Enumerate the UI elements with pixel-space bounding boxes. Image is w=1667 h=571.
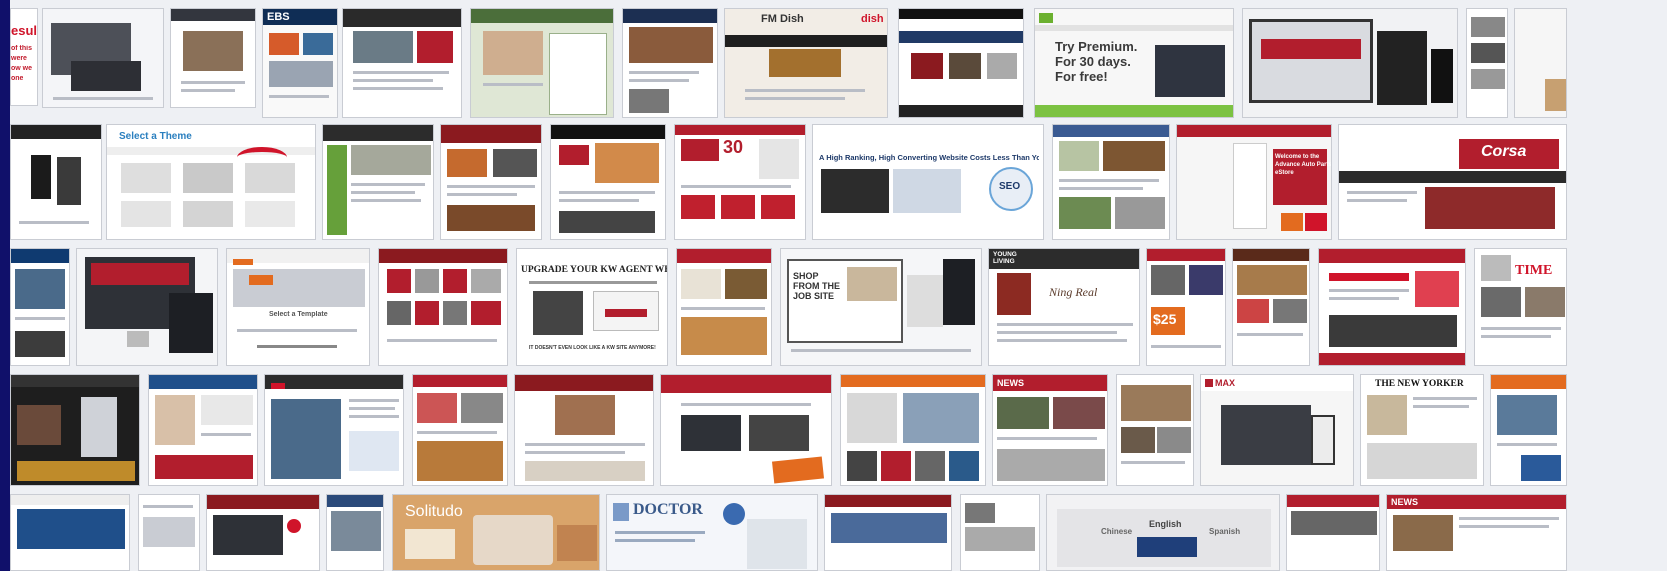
result-thumbnail[interactable]: YOUNG LIVING Ning Real (988, 248, 1140, 366)
advance-auto-welcome: Welcome to the Advance Auto Parts eStore (1275, 154, 1332, 176)
result-thumbnail[interactable] (170, 8, 256, 108)
result-thumbnail[interactable]: TIME (1474, 248, 1567, 366)
result-thumbnail[interactable]: UPGRADE YOUR KW AGENT WEBSITE! IT DOESN'… (516, 248, 668, 366)
result-thumbnail[interactable] (1490, 374, 1567, 486)
result-thumbnail[interactable] (824, 494, 952, 571)
result-thumbnail[interactable]: Try Premium. For 30 days. For free! (1034, 8, 1234, 118)
result-thumbnail[interactable] (840, 374, 986, 486)
result-thumbnail[interactable]: DOCTOR (606, 494, 818, 571)
result-thumbnail[interactable]: Corsa (1338, 124, 1567, 240)
result-thumbnail[interactable] (960, 494, 1040, 571)
new-yorker-masthead: THE NEW YORKER (1375, 379, 1464, 389)
result-thumbnail[interactable]: NEWS (1386, 494, 1567, 571)
seo-badge: SEO (999, 181, 1021, 192)
corsa-logo: Corsa (1481, 143, 1527, 160)
result-thumbnail[interactable]: Welcome to the Advance Auto Parts eStore (1176, 124, 1332, 240)
results-line: ow we (11, 65, 33, 72)
result-thumbnail[interactable] (76, 248, 218, 366)
result-thumbnail[interactable] (676, 248, 772, 366)
shop-job-site: SHOP FROM THE JOB SITE (793, 271, 840, 301)
page-edge-strip (0, 0, 10, 571)
result-thumbnail[interactable] (1286, 494, 1380, 571)
result-thumbnail[interactable] (660, 374, 832, 486)
result-thumbnail[interactable]: $25 (1146, 248, 1226, 366)
result-thumbnail[interactable] (514, 374, 654, 486)
dish-logo: dish (861, 13, 884, 25)
result-thumbnail[interactable] (10, 248, 70, 366)
result-thumbnail[interactable]: MAX (1200, 374, 1354, 486)
upgrade-kw-tagline: IT DOESN'T EVEN LOOK LIKE A KW SITE ANYM… (529, 345, 656, 351)
result-thumbnail[interactable] (148, 374, 258, 486)
result-thumbnail[interactable] (138, 494, 200, 571)
result-thumbnail[interactable] (470, 8, 614, 118)
try-premium-headline: Try Premium. For 30 days. For free! (1055, 39, 1138, 84)
result-thumbnail[interactable] (1232, 248, 1310, 366)
result-thumbnail[interactable]: SHOP FROM THE JOB SITE (780, 248, 982, 366)
result-thumbnail[interactable] (322, 124, 434, 240)
result-thumbnail[interactable]: 30 (674, 124, 806, 240)
news-logo: NEWS (997, 378, 1024, 388)
result-thumbnail[interactable] (10, 494, 130, 571)
results-line: of this (11, 45, 32, 52)
result-thumbnail[interactable] (342, 8, 462, 118)
result-thumbnail[interactable] (1116, 374, 1194, 486)
max-logo: MAX (1215, 378, 1235, 388)
result-thumbnail[interactable]: English Chinese Spanish (1046, 494, 1280, 571)
result-thumbnail[interactable] (378, 248, 508, 366)
news-logo: NEWS (1391, 497, 1418, 507)
result-thumbnail[interactable]: Select a Theme (106, 124, 316, 240)
result-thumbnail[interactable]: NEWS (992, 374, 1108, 486)
results-heading-fragment: esults (11, 23, 38, 38)
result-thumbnail[interactable]: esults of this were ow we one (10, 8, 38, 106)
select-template-heading: Select a Template (269, 311, 328, 318)
result-thumbnail[interactable]: EBS (262, 8, 338, 118)
doctor-title: DOCTOR (633, 501, 703, 518)
fm-dish-title: FM Dish (761, 13, 804, 25)
result-thumbnail[interactable] (550, 124, 666, 240)
upgrade-kw-headline: UPGRADE YOUR KW AGENT WEBSITE! (521, 265, 667, 275)
script-heading: Ning Real (1049, 285, 1098, 299)
solitudo-title: Solitudo (405, 503, 463, 520)
results-line: were (11, 55, 27, 62)
result-thumbnail[interactable]: THE NEW YORKER (1360, 374, 1484, 486)
result-thumbnail[interactable] (1318, 248, 1466, 366)
result-thumbnail[interactable]: Select a Template (226, 248, 370, 366)
image-results-mosaic: esults of this were ow we one EBS (0, 0, 1667, 571)
results-line: one (11, 75, 24, 82)
result-thumbnail[interactable] (1514, 8, 1567, 118)
price-badge: $25 (1153, 311, 1177, 327)
result-thumbnail[interactable] (898, 8, 1024, 118)
result-thumbnail[interactable] (1466, 8, 1508, 118)
ebs-logo: EBS (267, 11, 290, 23)
high-ranking-headline: A High Ranking, High Converting Website … (819, 153, 1039, 162)
result-thumbnail[interactable]: Solitudo (392, 494, 600, 571)
result-thumbnail[interactable] (412, 374, 508, 486)
result-thumbnail[interactable]: A High Ranking, High Converting Website … (812, 124, 1044, 240)
result-thumbnail[interactable] (10, 124, 102, 240)
language-option: English (1149, 519, 1182, 529)
result-thumbnail[interactable] (10, 374, 140, 486)
result-thumbnail[interactable] (622, 8, 718, 118)
result-thumbnail[interactable] (42, 8, 164, 108)
language-option: Spanish (1209, 527, 1241, 536)
result-thumbnail[interactable] (1052, 124, 1170, 240)
result-thumbnail[interactable] (1242, 8, 1458, 118)
result-thumbnail[interactable] (206, 494, 320, 571)
price-badge: 30 (723, 137, 744, 157)
result-thumbnail[interactable]: FM Dish dish (724, 8, 888, 118)
select-theme-heading: Select a Theme (119, 131, 192, 142)
time-masthead: TIME (1515, 263, 1553, 278)
result-thumbnail[interactable] (264, 374, 404, 486)
result-thumbnail[interactable] (440, 124, 542, 240)
language-option: Chinese (1101, 527, 1133, 536)
young-living-logo: YOUNG LIVING (993, 251, 1017, 265)
result-thumbnail[interactable] (326, 494, 384, 571)
